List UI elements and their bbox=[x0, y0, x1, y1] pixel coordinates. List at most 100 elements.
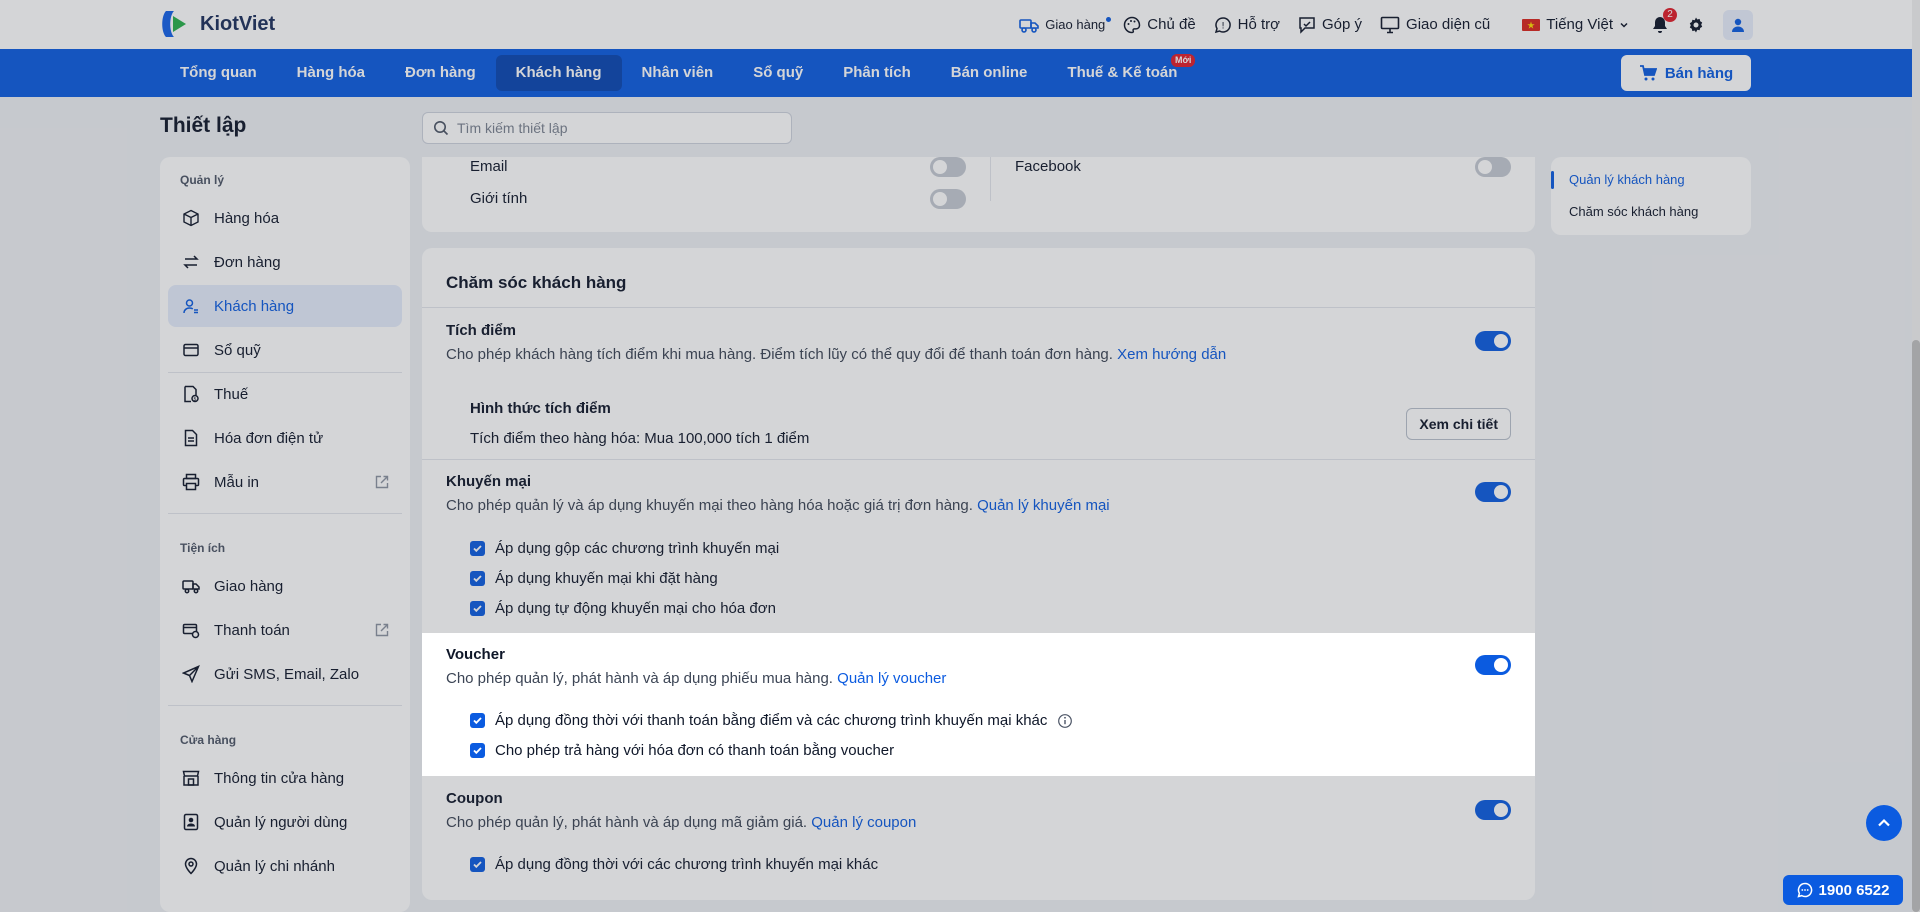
nav-analytics[interactable]: Phân tích bbox=[823, 55, 931, 91]
support-button[interactable]: ! Hỗ trợ bbox=[1214, 16, 1280, 34]
sidebar-item-label: Thông tin cửa hàng bbox=[214, 769, 345, 787]
sidebar-item-orders[interactable]: Đơn hàng bbox=[168, 241, 402, 283]
nav-orders[interactable]: Đơn hàng bbox=[385, 55, 496, 91]
page-title: Thiết lập bbox=[160, 114, 247, 137]
info-icon[interactable] bbox=[1057, 713, 1073, 729]
toc-item-customer-management[interactable]: Quản lý khách hàng bbox=[1569, 172, 1685, 187]
payment-icon bbox=[182, 623, 200, 639]
toggle-knob bbox=[1494, 803, 1508, 817]
settings-search[interactable] bbox=[422, 112, 792, 144]
points-guide-link[interactable]: Xem hướng dẫn bbox=[1117, 346, 1226, 363]
promo-option-on-order[interactable]: Áp dụng khuyến mại khi đặt hàng bbox=[470, 570, 718, 587]
sidebar-item-cashbook[interactable]: Sổ quỹ bbox=[168, 329, 402, 371]
sidebar-item-label: Hàng hóa bbox=[214, 209, 280, 227]
sell-button[interactable]: Bán hàng bbox=[1621, 55, 1751, 91]
chevron-down-icon bbox=[1620, 22, 1628, 28]
notification-button[interactable]: 2 bbox=[1651, 7, 1677, 35]
promo-description-text: Cho phép quản lý và áp dụng khuyến mại t… bbox=[446, 497, 973, 514]
promo-option-auto[interactable]: Áp dụng tự động khuyến mại cho hóa đơn bbox=[470, 600, 776, 617]
nav-employees[interactable]: Nhân viên bbox=[622, 55, 734, 91]
toggle-knob bbox=[1494, 334, 1508, 348]
divider bbox=[422, 307, 1535, 308]
shipping-button[interactable]: Giao hàng bbox=[1019, 16, 1112, 33]
checkbox-checked[interactable] bbox=[470, 713, 485, 728]
checkbox-checked[interactable] bbox=[470, 571, 485, 586]
sidebar-item-label: Đơn hàng bbox=[214, 253, 281, 271]
gear-icon bbox=[1689, 17, 1703, 32]
toggle-knob bbox=[1494, 658, 1508, 672]
old-ui-button[interactable]: Giao diện cũ bbox=[1380, 16, 1490, 34]
voucher-title: Voucher bbox=[446, 646, 505, 663]
gender-toggle[interactable] bbox=[930, 189, 966, 209]
support-label: Hỗ trợ bbox=[1237, 16, 1281, 33]
chat-help-icon: ! bbox=[1214, 16, 1231, 33]
cart-icon bbox=[1639, 65, 1657, 81]
sidebar-item-tax[interactable]: $ Thuế bbox=[168, 373, 402, 415]
check-icon bbox=[473, 545, 482, 553]
view-detail-button[interactable]: Xem chi tiết bbox=[1406, 408, 1511, 440]
sidebar-item-label: Khách hàng bbox=[214, 297, 295, 315]
hotline-number: 1900 6522 bbox=[1818, 881, 1890, 899]
feedback-label: Góp ý bbox=[1322, 16, 1363, 33]
svg-text:$: $ bbox=[193, 397, 196, 403]
theme-button[interactable]: Chủ đề bbox=[1123, 16, 1196, 34]
checkbox-checked[interactable] bbox=[470, 857, 485, 872]
voucher-manage-link[interactable]: Quản lý voucher bbox=[837, 670, 946, 687]
checkbox-checked[interactable] bbox=[470, 601, 485, 616]
sidebar-item-einvoice[interactable]: Hóa đơn điện tử bbox=[168, 417, 402, 459]
email-toggle[interactable] bbox=[930, 157, 966, 177]
sidebar-item-user-management[interactable]: Quản lý người dùng bbox=[168, 801, 402, 843]
points-toggle[interactable] bbox=[1475, 331, 1511, 351]
sidebar-item-label: Giao hàng bbox=[214, 577, 284, 595]
scrollbar-thumb[interactable] bbox=[1912, 340, 1920, 912]
sidebar-item-store-info[interactable]: Thông tin cửa hàng bbox=[168, 757, 402, 799]
sidebar-item-label: Quản lý người dùng bbox=[214, 813, 348, 831]
coupon-option-combine[interactable]: Áp dụng đồng thời với các chương trình k… bbox=[470, 856, 878, 873]
sidebar-item-print-templates[interactable]: Mẫu in bbox=[168, 461, 402, 503]
coupon-description-text: Cho phép quản lý, phát hành và áp dụng m… bbox=[446, 814, 808, 831]
promo-toggle[interactable] bbox=[1475, 482, 1511, 502]
voucher-section: Voucher Cho phép quản lý, phát hành và á… bbox=[422, 633, 1535, 776]
nav-customers[interactable]: Khách hàng bbox=[495, 55, 622, 91]
logo[interactable]: KiotViet bbox=[160, 8, 275, 40]
scroll-top-button[interactable] bbox=[1866, 805, 1902, 841]
sidebar-item-products[interactable]: Hàng hóa bbox=[168, 197, 402, 239]
vietnam-flag-icon bbox=[1522, 18, 1541, 31]
settings-button[interactable] bbox=[1687, 16, 1705, 34]
sidebar-item-delivery[interactable]: Giao hàng bbox=[168, 565, 402, 607]
sidebar-item-label: Hóa đơn điện tử bbox=[214, 429, 324, 447]
voucher-option-combine[interactable]: Áp dụng đồng thời với thanh toán bằng đi… bbox=[470, 712, 1073, 729]
language-selector[interactable]: Tiếng Việt bbox=[1522, 16, 1629, 33]
sidebar-section-store: Cửa hàng bbox=[180, 733, 237, 747]
customer-care-title: Chăm sóc khách hàng bbox=[446, 273, 627, 292]
sidebar-item-customers[interactable]: Khách hàng bbox=[168, 285, 402, 327]
promo-manage-link[interactable]: Quản lý khuyến mại bbox=[977, 497, 1110, 514]
feedback-button[interactable]: Góp ý bbox=[1298, 16, 1362, 34]
check-icon bbox=[473, 605, 482, 613]
notification-badge: 2 bbox=[1663, 7, 1677, 22]
voucher-option-return[interactable]: Cho phép trả hàng với hóa đơn có thanh t… bbox=[470, 742, 894, 759]
sidebar-item-messaging[interactable]: Gửi SMS, Email, Zalo bbox=[168, 653, 402, 695]
feedback-icon bbox=[1299, 16, 1315, 34]
promo-option-combine[interactable]: Áp dụng gộp các chương trình khuyến mại bbox=[470, 540, 779, 557]
facebook-toggle[interactable] bbox=[1475, 157, 1511, 177]
nav-online-sales[interactable]: Bán online bbox=[931, 55, 1048, 91]
voucher-toggle[interactable] bbox=[1475, 655, 1511, 675]
nav-cashbook[interactable]: Sổ quỹ bbox=[733, 55, 823, 91]
checkbox-checked[interactable] bbox=[470, 541, 485, 556]
sidebar-item-payment[interactable]: Thanh toán bbox=[168, 609, 402, 651]
nav-tax-accounting[interactable]: Thuế & Kế toán Mới bbox=[1047, 54, 1197, 91]
hotline-button[interactable]: 1900 6522 bbox=[1783, 875, 1903, 905]
external-link-icon bbox=[375, 475, 389, 489]
nav-products[interactable]: Hàng hóa bbox=[277, 55, 385, 91]
coupon-manage-link[interactable]: Quản lý coupon bbox=[811, 814, 916, 831]
toc-item-customer-care[interactable]: Chăm sóc khách hàng bbox=[1569, 204, 1698, 219]
user-avatar[interactable] bbox=[1723, 9, 1753, 40]
checkbox-label: Áp dụng đồng thời với thanh toán bằng đi… bbox=[495, 712, 1048, 729]
coupon-toggle[interactable] bbox=[1475, 800, 1511, 820]
sidebar-item-branch-management[interactable]: Quản lý chi nhánh bbox=[168, 845, 402, 887]
nav-overview[interactable]: Tổng quan bbox=[160, 55, 277, 91]
sidebar-divider bbox=[168, 705, 402, 706]
search-input[interactable] bbox=[457, 120, 777, 136]
checkbox-checked[interactable] bbox=[470, 743, 485, 758]
